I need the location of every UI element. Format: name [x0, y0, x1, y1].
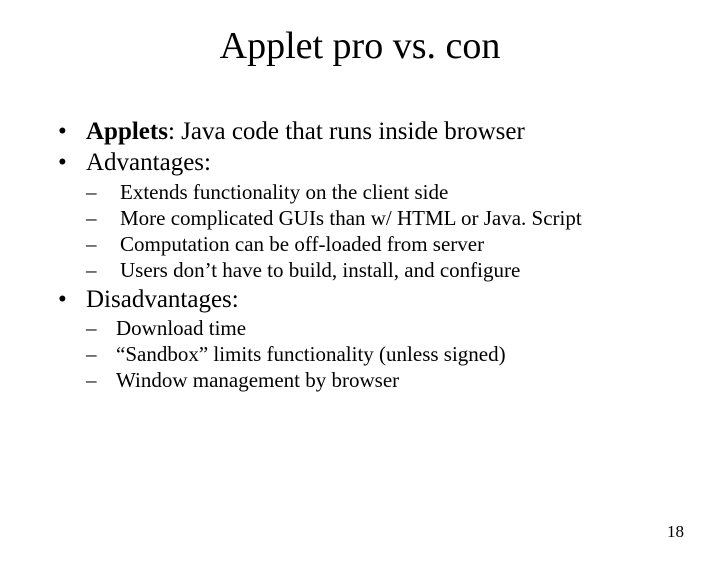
bullet-item-disadvantages: • Disadvantages: [58, 284, 680, 315]
dash-icon: – [86, 231, 120, 257]
applets-def: : Java code that runs inside browser [168, 118, 525, 145]
dash-icon: – [86, 205, 120, 231]
bullet-text: Advantages: [86, 147, 211, 178]
bullet-item-advantages: • Advantages: [58, 147, 680, 178]
dash-icon: – [86, 341, 116, 367]
sub-text: More complicated GUIs than w/ HTML or Ja… [120, 205, 582, 231]
dash-icon: – [86, 179, 120, 205]
sub-text: Extends functionality on the client side [120, 179, 448, 205]
sub-item: – More complicated GUIs than w/ HTML or … [86, 205, 680, 231]
bullet-icon: • [58, 147, 86, 178]
sub-text: Window management by browser [116, 367, 399, 393]
sub-item: – Users don’t have to build, install, an… [86, 257, 680, 283]
dash-icon: – [86, 257, 120, 283]
sub-item: – “Sandbox” limits functionality (unless… [86, 341, 680, 367]
dash-icon: – [86, 315, 116, 341]
sub-item: – Computation can be off-loaded from ser… [86, 231, 680, 257]
bullet-icon: • [58, 116, 86, 147]
bullet-item-applets: • Applets: Java code that runs inside br… [58, 116, 680, 147]
dash-icon: – [86, 367, 116, 393]
slide-title: Applet pro vs. con [0, 24, 720, 68]
sub-text: “Sandbox” limits functionality (unless s… [116, 341, 506, 367]
applets-label: Applets [86, 118, 168, 145]
sub-item: – Window management by browser [86, 367, 680, 393]
sub-item: – Download time [86, 315, 680, 341]
slide: Applet pro vs. con • Applets: Java code … [0, 24, 720, 564]
bullet-icon: • [58, 284, 86, 315]
slide-body: • Applets: Java code that runs inside br… [58, 116, 680, 394]
bullet-text: Disadvantages: [86, 284, 239, 315]
sub-item: – Extends functionality on the client si… [86, 179, 680, 205]
bullet-text: Applets: Java code that runs inside brow… [86, 116, 525, 147]
sub-text: Computation can be off-loaded from serve… [120, 231, 484, 257]
disadvantages-sublist: – Download time – “Sandbox” limits funct… [86, 315, 680, 394]
sub-text: Download time [116, 315, 246, 341]
advantages-sublist: – Extends functionality on the client si… [86, 179, 680, 284]
page-number: 18 [667, 522, 684, 542]
sub-text: Users don’t have to build, install, and … [120, 257, 520, 283]
